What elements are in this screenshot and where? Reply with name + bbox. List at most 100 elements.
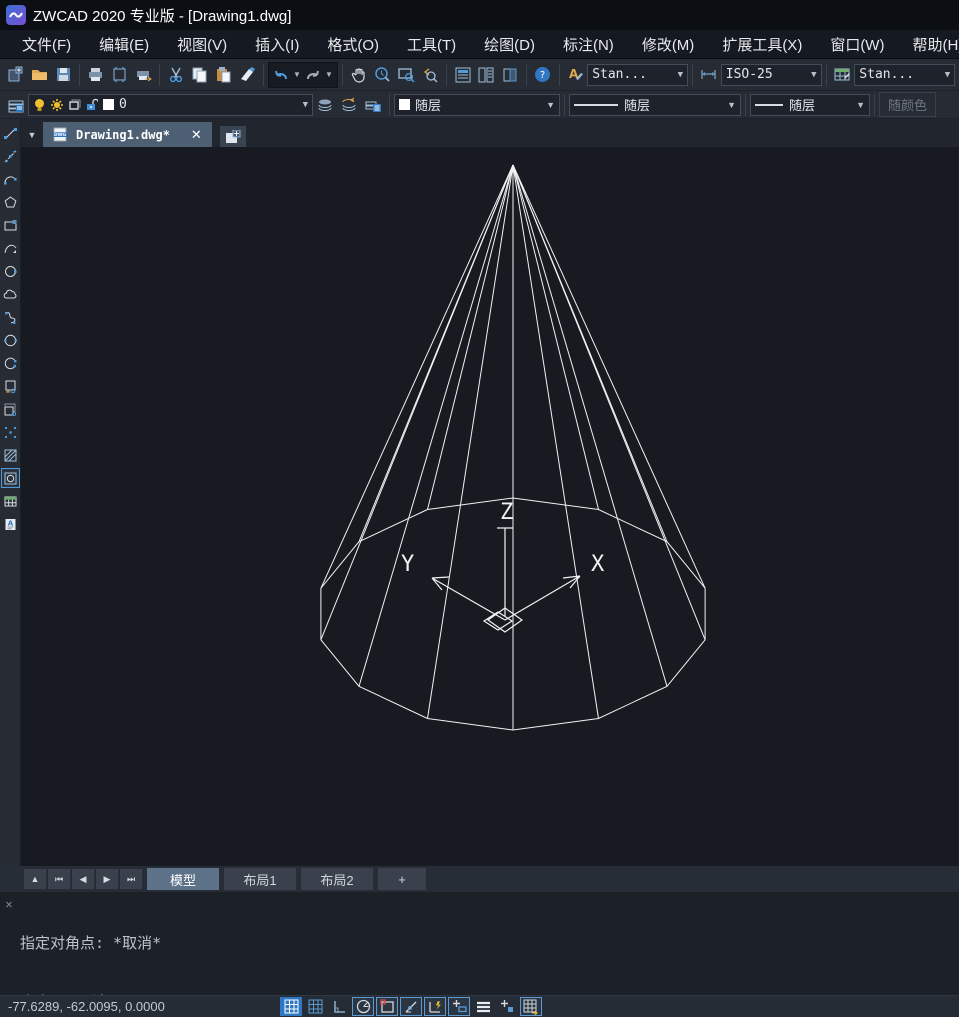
- chevron-down-icon[interactable]: ▼: [540, 100, 555, 110]
- annotation-scale-icon[interactable]: [496, 997, 518, 1016]
- ortho-toggle-icon[interactable]: [328, 997, 350, 1016]
- menu-dimension[interactable]: 标注(N): [549, 30, 628, 59]
- menu-edit[interactable]: 编辑(E): [85, 30, 163, 59]
- make-block-tool-button[interactable]: [1, 399, 20, 419]
- doc-tab-list-caret[interactable]: ▼: [21, 123, 43, 147]
- undo-button[interactable]: [271, 62, 291, 88]
- tab-model[interactable]: 模型: [147, 868, 219, 890]
- snap-toggle-icon[interactable]: [304, 997, 326, 1016]
- print-preview-button[interactable]: [108, 62, 132, 88]
- last-tab-button[interactable]: ⏭: [120, 869, 142, 889]
- chevron-down-icon[interactable]: ▼: [805, 70, 816, 80]
- pan-button[interactable]: [347, 62, 371, 88]
- command-window[interactable]: ✕ 指定对角点: *取消* 命令: *取消* 命令: RE REGEN 命令:: [0, 892, 959, 995]
- region-tool-button[interactable]: [1, 468, 20, 488]
- zoom-previous-button[interactable]: [418, 62, 442, 88]
- redo-dropdown-caret[interactable]: ▼: [325, 70, 333, 79]
- chevron-down-icon[interactable]: ▼: [850, 100, 865, 110]
- zoom-window-button[interactable]: [394, 62, 418, 88]
- plot-export-button[interactable]: [132, 62, 156, 88]
- first-tab-button[interactable]: ⏮: [48, 869, 70, 889]
- hatch-tool-button[interactable]: [1, 445, 20, 465]
- layer-combo[interactable]: 0 ▼: [28, 94, 313, 116]
- doc-tab-drawing1[interactable]: DWG Drawing1.dwg* ✕: [43, 122, 212, 147]
- ellipse-arc-tool-button[interactable]: [1, 353, 20, 373]
- table-style-combo[interactable]: Stan...▼: [854, 64, 955, 86]
- layer-freeze-sun-icon[interactable]: [50, 98, 64, 112]
- copy-button[interactable]: [188, 62, 212, 88]
- match-properties-button[interactable]: [235, 62, 259, 88]
- mtext-tool-button[interactable]: A: [1, 514, 20, 534]
- prev-tab-button[interactable]: ◀: [72, 869, 94, 889]
- ellipse-tool-button[interactable]: [1, 330, 20, 350]
- chevron-down-icon[interactable]: ▼: [297, 100, 308, 110]
- workspace-switch-icon[interactable]: [520, 997, 542, 1016]
- tab-layout1[interactable]: 布局1: [224, 868, 296, 890]
- layer-unlock-icon[interactable]: [85, 98, 98, 112]
- otrack-toggle-icon[interactable]: [400, 997, 422, 1016]
- zoom-realtime-button[interactable]: [371, 62, 395, 88]
- add-layout-button[interactable]: +: [378, 868, 426, 890]
- polar-toggle-icon[interactable]: [352, 997, 374, 1016]
- undo-dropdown-caret[interactable]: ▼: [293, 70, 301, 79]
- command-close-icon[interactable]: ✕: [0, 892, 18, 995]
- help-button[interactable]: ?: [531, 62, 555, 88]
- menu-view[interactable]: 视图(V): [163, 30, 241, 59]
- lineweight-display-icon[interactable]: [472, 997, 494, 1016]
- quickcalc-button[interactable]: [474, 62, 498, 88]
- lineweight-combo[interactable]: 随层 ▼: [750, 94, 870, 116]
- chevron-down-icon[interactable]: ▼: [721, 100, 736, 110]
- rectangle-tool-button[interactable]: [1, 215, 20, 235]
- insert-block-tool-button[interactable]: [1, 376, 20, 396]
- menu-modify[interactable]: 修改(M): [628, 30, 709, 59]
- chevron-down-icon[interactable]: ▼: [939, 70, 950, 80]
- dim-style-combo[interactable]: ISO-25▼: [721, 64, 822, 86]
- line-tool-button[interactable]: [1, 123, 20, 143]
- menu-window[interactable]: 窗口(W): [816, 30, 898, 59]
- layer-viewport-icon[interactable]: [68, 98, 81, 111]
- layer-previous-button[interactable]: [337, 92, 361, 118]
- grid-toggle-icon[interactable]: [280, 997, 302, 1016]
- table-tool-button[interactable]: [1, 491, 20, 511]
- next-tab-button[interactable]: ▶: [96, 869, 118, 889]
- doc-tab-close-icon[interactable]: ✕: [177, 127, 202, 143]
- ducs-toggle-icon[interactable]: [424, 997, 446, 1016]
- save-button[interactable]: [51, 62, 75, 88]
- properties-palette-button[interactable]: [451, 62, 475, 88]
- menu-help[interactable]: 帮助(H): [898, 30, 959, 59]
- open-file-button[interactable]: [28, 62, 52, 88]
- xline-tool-button[interactable]: [1, 146, 20, 166]
- menu-express[interactable]: 扩展工具(X): [708, 30, 816, 59]
- drawing-canvas[interactable]: Z X Y: [21, 147, 959, 866]
- dyn-toggle-icon[interactable]: [448, 997, 470, 1016]
- command-history[interactable]: 指定对角点: *取消* 命令: *取消* 命令: RE REGEN 命令:: [18, 892, 163, 995]
- arc-tool-button[interactable]: [1, 238, 20, 258]
- menu-tools[interactable]: 工具(T): [393, 30, 470, 59]
- menu-insert[interactable]: 插入(I): [241, 30, 313, 59]
- polygon-tool-button[interactable]: [1, 192, 20, 212]
- make-current-layer-button[interactable]: [313, 92, 337, 118]
- color-combo[interactable]: 随层 ▼: [394, 94, 560, 116]
- text-style-combo[interactable]: Stan...▼: [587, 64, 688, 86]
- layoutbar-expand-button[interactable]: ▲: [24, 869, 46, 889]
- polyline-tool-button[interactable]: [1, 169, 20, 189]
- linetype-combo[interactable]: 随层 ▼: [569, 94, 741, 116]
- designcenter-button[interactable]: [498, 62, 522, 88]
- print-button[interactable]: [84, 62, 108, 88]
- osnap-toggle-icon[interactable]: [376, 997, 398, 1016]
- tab-layout2[interactable]: 布局2: [301, 868, 373, 890]
- menu-draw[interactable]: 绘图(D): [470, 30, 549, 59]
- circle-tool-button[interactable]: [1, 261, 20, 281]
- new-doc-tab-button[interactable]: [220, 126, 246, 147]
- cut-button[interactable]: [164, 62, 188, 88]
- new-file-button[interactable]: [4, 62, 28, 88]
- menu-file[interactable]: 文件(F): [8, 30, 85, 59]
- layer-states-button[interactable]: [361, 92, 385, 118]
- layer-properties-button[interactable]: [4, 92, 28, 118]
- paste-button[interactable]: [212, 62, 236, 88]
- point-tool-button[interactable]: [1, 422, 20, 442]
- menu-format[interactable]: 格式(O): [313, 30, 393, 59]
- chevron-down-icon[interactable]: ▼: [672, 70, 683, 80]
- spline-tool-button[interactable]: [1, 307, 20, 327]
- redo-button[interactable]: [303, 62, 323, 88]
